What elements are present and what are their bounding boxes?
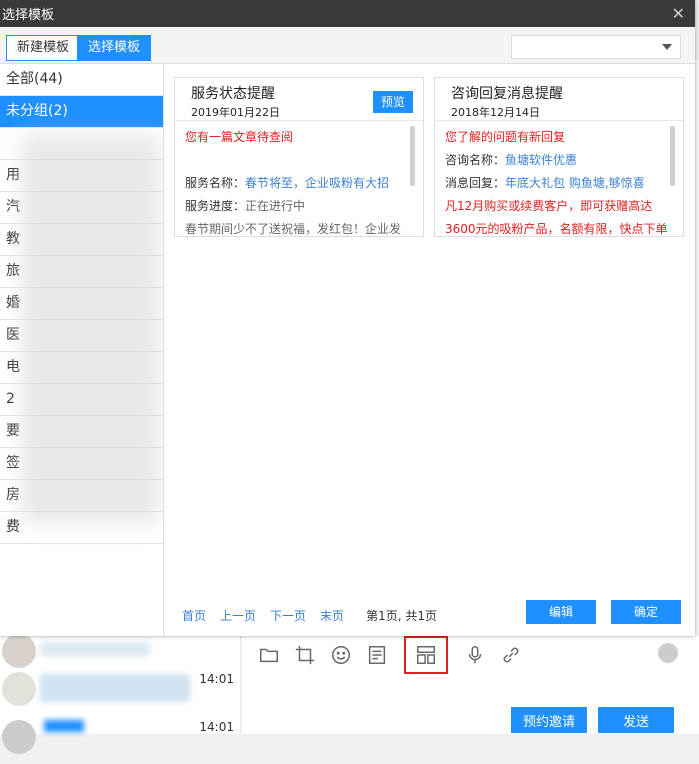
page-prev-link[interactable]: 上一页 (220, 607, 256, 624)
tab-new-template[interactable]: 新建模板 (6, 35, 81, 61)
card-line (185, 149, 409, 172)
card-date: 2018年12月14日 (451, 106, 540, 119)
card-line: 服务进度：正在进行中 (185, 199, 306, 213)
filter-dropdown[interactable] (511, 35, 681, 59)
conversation-list: 14:01 14:01 (0, 634, 240, 754)
confirm-button[interactable]: 确定 (611, 600, 681, 624)
emoji-icon[interactable] (658, 643, 678, 663)
pagination: 首页 上一页 下一页 末页 第1页, 共1页 (182, 607, 437, 624)
card-line: 消息回复：年底大礼包 购鱼塘,够惊喜 (445, 176, 645, 190)
card-header: 服务状态提醒 2019年01月22日 预览 (175, 78, 423, 121)
redaction-blur (20, 134, 160, 524)
page-info: 第1页, 共1页 (366, 609, 437, 623)
emoji-icon[interactable] (328, 642, 354, 668)
conversation-time: 14:01 (199, 672, 234, 686)
card-date: 2019年01月22日 (191, 106, 280, 119)
select-template-dialog: 选择模板 ✕ 新建模板 选择模板 全部(44) 未分组(2) 用 汽 教 旅 婚… (0, 0, 695, 636)
edit-button[interactable]: 编辑 (526, 600, 596, 624)
send-button[interactable]: 发送 (598, 707, 674, 733)
page-first-link[interactable]: 首页 (182, 607, 206, 624)
category-item[interactable]: 未分组(2) (0, 96, 163, 128)
card-header: 咨询回复消息提醒 2018年12月14日 (435, 78, 683, 121)
crop-icon[interactable] (292, 642, 318, 668)
card-line: 3600元的吸粉产品，名额有限，快点下单 (445, 222, 668, 236)
card-scrollbar[interactable] (670, 126, 675, 186)
card-body: 您了解的问题有新回复 咨询名称：鱼塘软件优惠 消息回复：年底大礼包 购鱼塘,够惊… (445, 126, 669, 236)
page-next-link[interactable]: 下一页 (270, 607, 306, 624)
close-icon[interactable]: ✕ (672, 4, 685, 23)
template-card[interactable]: 服务状态提醒 2019年01月22日 预览 您有一篇文章待查阅 服务名称：春节将… (174, 77, 424, 237)
invite-button[interactable]: 预约邀请 (511, 707, 587, 733)
folder-icon[interactable] (256, 642, 282, 668)
preview-button[interactable]: 预览 (373, 91, 413, 113)
tab-select-template[interactable]: 选择模板 (77, 35, 152, 61)
card-line: 您了解的问题有新回复 (445, 130, 566, 144)
card-line: 咨询名称：鱼塘软件优惠 (445, 153, 578, 167)
link-icon[interactable] (498, 642, 524, 668)
dialog-titlebar: 选择模板 ✕ (0, 0, 695, 27)
card-line: 服务名称：春节将至，企业吸粉有大招 (185, 176, 390, 190)
document-icon[interactable] (364, 642, 390, 668)
page-last-link[interactable]: 末页 (320, 607, 344, 624)
avatar (2, 672, 36, 706)
card-title: 服务状态提醒 (191, 86, 275, 102)
avatar (2, 720, 36, 754)
template-card[interactable]: 咨询回复消息提醒 2018年12月14日 您了解的问题有新回复 咨询名称：鱼塘软… (434, 77, 684, 237)
microphone-icon[interactable] (462, 642, 488, 668)
conversation-item[interactable]: 14:01 (0, 716, 240, 764)
card-body: 您有一篇文章待查阅 服务名称：春节将至，企业吸粉有大招 服务进度：正在进行中 春… (185, 126, 409, 236)
dialog-title: 选择模板 (2, 8, 55, 23)
category-sidebar: 全部(44) 未分组(2) 用 汽 教 旅 婚 医 电 2 要 签 房 费 (0, 64, 164, 636)
template-grid: 服务状态提醒 2019年01月22日 预览 您有一篇文章待查阅 服务名称：春节将… (164, 64, 695, 636)
card-line: 凡12月购买或续费客户，即可获赠高达 (445, 199, 653, 213)
chevron-down-icon (662, 44, 672, 50)
tab-bar: 新建模板 选择模板 (0, 27, 695, 64)
editor-toolbar (256, 636, 524, 674)
conversation-item[interactable]: 14:01 (0, 668, 240, 716)
template-icon[interactable] (404, 636, 448, 674)
card-scrollbar[interactable] (410, 126, 415, 186)
card-line: 您有一篇文章待查阅 (185, 130, 294, 144)
category-item[interactable]: 全部(44) (0, 64, 163, 96)
avatar (2, 634, 36, 668)
card-line: 春节期间少不了送祝福，发红包！企业发 (185, 222, 402, 236)
card-title: 咨询回复消息提醒 (451, 86, 563, 102)
conversation-time: 14:01 (199, 720, 234, 734)
